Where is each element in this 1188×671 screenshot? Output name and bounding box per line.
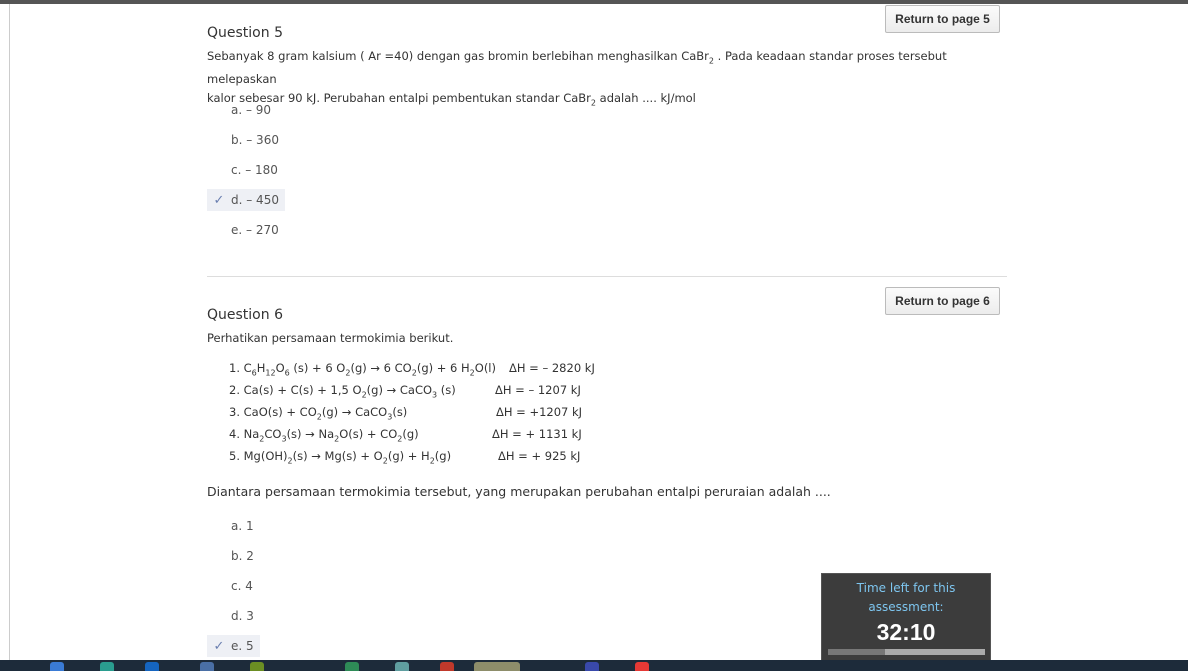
top-bar [0,0,1188,4]
question-divider [207,276,1007,277]
question-5-text: Sebanyak 8 gram kalsium ( Ar =40) dengan… [207,47,1007,113]
taskbar-app-icon[interactable] [200,662,214,671]
q5-option-a[interactable]: a. – 90 [207,99,271,121]
equation-5: 5. Mg(OH)2(s) → Mg(s) + O2(g) + H2(g) [229,449,452,466]
q5-option-e[interactable]: e. – 270 [207,219,279,241]
q6-option-a[interactable]: a. 1 [207,515,254,537]
taskbar-app-icon[interactable] [250,662,264,671]
timer-progress-bar [828,649,985,655]
timer-label: Time left for this assessment: [822,579,990,617]
q5-option-e-label: e. – 270 [231,223,279,237]
equation-1-dh: ΔH = – 2820 kJ [509,361,595,375]
taskbar [0,660,1188,671]
equation-3: 3. CaO(s) + CO2(g) → CaCO3(s) [229,405,408,422]
q6-option-c-label: c. 4 [231,579,253,593]
left-border [9,4,10,660]
equation-4: 4. Na2CO3(s) → Na2O(s) + CO2(g) [229,427,419,444]
q5-text-line2-end: adalah .... kJ/mol [596,91,696,106]
question-5-title: Question 5 [207,25,283,41]
q6-option-b[interactable]: b. 2 [207,545,254,567]
q6-option-e-label: e. 5 [231,639,254,653]
question-6-intro: Perhatikan persamaan termokimia berikut. [207,331,454,345]
q6-option-d[interactable]: d. 3 [207,605,254,627]
equation-4-dh: ΔH = + 1131 kJ [492,427,582,441]
taskbar-app-icon[interactable] [50,662,64,671]
check-icon: ✓ [213,638,225,654]
taskbar-app-icon[interactable] [395,662,409,671]
q5-option-b-label: b. – 360 [231,133,279,147]
q5-option-c-label: c. – 180 [231,163,278,177]
question-6-title: Question 6 [207,307,283,323]
taskbar-app-icon[interactable] [345,662,359,671]
assessment-timer: Time left for this assessment: 32:10 [821,573,991,661]
q6-option-c[interactable]: c. 4 [207,575,253,597]
equation-2-dh: ΔH = – 1207 kJ [495,383,581,397]
q6-option-b-label: b. 2 [231,549,254,563]
taskbar-app-icon[interactable] [635,662,649,671]
q5-option-a-label: a. – 90 [231,103,272,117]
q5-option-d-label: d. – 450 [231,193,279,207]
q5-option-d[interactable]: ✓ d. – 450 [207,189,285,211]
q5-text-line1: Sebanyak 8 gram kalsium ( Ar =40) dengan… [207,49,709,63]
timer-progress-fill [828,649,885,655]
return-to-page-6-button[interactable]: Return to page 6 [885,287,1000,315]
timer-label-text: Time left for this assessment: [856,581,956,614]
equation-1: 1. C6H12O6 (s) + 6 O2(g) → 6 CO2(g) + 6 … [229,361,496,378]
question-6-prompt: Diantara persamaan termokimia tersebut, … [207,484,831,499]
taskbar-app-icon[interactable] [440,662,454,671]
q6-option-a-label: a. 1 [231,519,254,533]
check-icon: ✓ [213,192,225,208]
timer-value: 32:10 [876,619,936,645]
q5-option-b[interactable]: b. – 360 [207,129,279,151]
equation-2: 2. Ca(s) + C(s) + 1,5 O2(g) → CaCO3 (s) [229,383,456,400]
q5-option-c[interactable]: c. – 180 [207,159,278,181]
taskbar-active-app-icon[interactable] [474,662,520,671]
q6-option-d-label: d. 3 [231,609,254,623]
taskbar-app-icon[interactable] [145,662,159,671]
taskbar-app-icon[interactable] [585,662,599,671]
equation-5-dh: ΔH = + 925 kJ [498,449,581,463]
taskbar-app-icon[interactable] [100,662,114,671]
equation-3-dh: ΔH = +1207 kJ [496,405,583,419]
q6-option-e[interactable]: ✓ e. 5 [207,635,260,657]
return-to-page-5-button[interactable]: Return to page 5 [885,5,1000,33]
